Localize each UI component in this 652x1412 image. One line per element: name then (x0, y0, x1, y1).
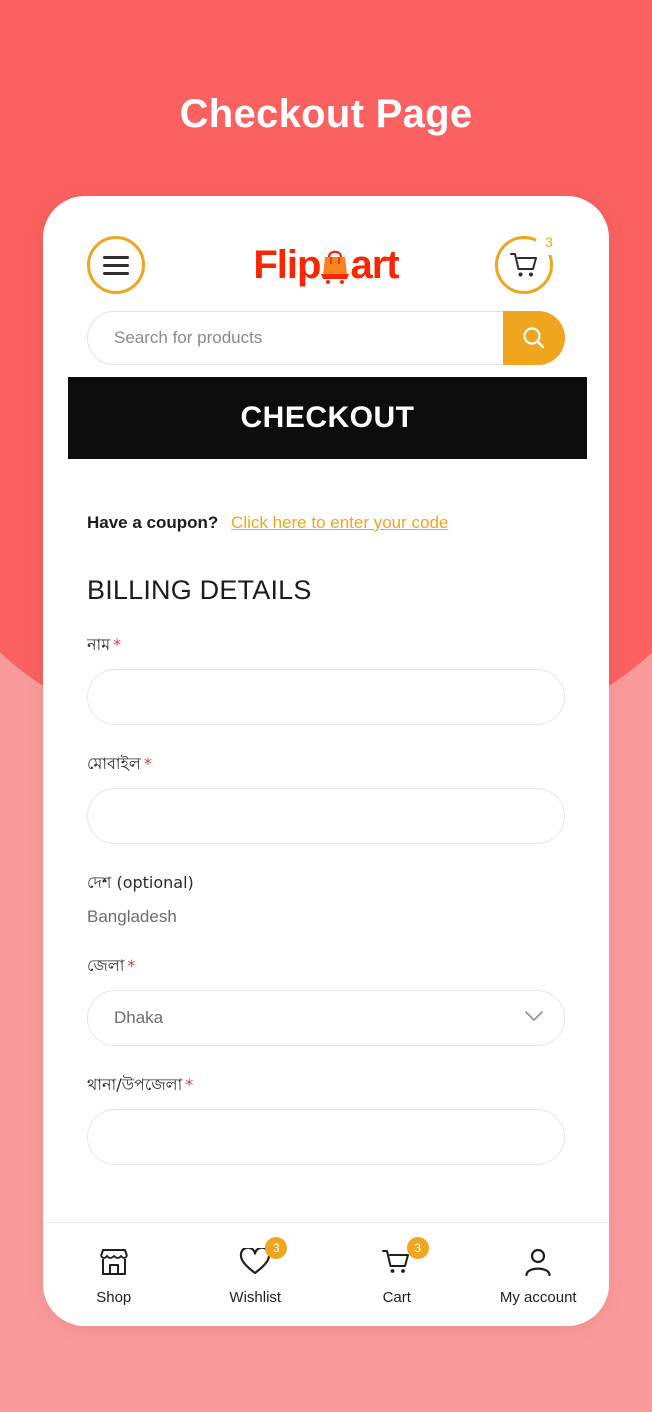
field-district: জেলা * Dhaka (87, 953, 565, 1046)
nav-label-shop: Shop (96, 1289, 132, 1306)
bottom-navigation: Shop 3 Wishlist 3 Cart My account (43, 1222, 609, 1326)
district-select[interactable]: Dhaka (87, 990, 565, 1046)
search-input[interactable] (87, 311, 565, 365)
phone-mockup-card: Flip art 3 Search for products CHECKOUT … (43, 196, 609, 1326)
coupon-link[interactable]: Click here to enter your code (231, 513, 448, 532)
country-value: Bangladesh (87, 907, 177, 926)
mobile-input[interactable] (87, 788, 565, 844)
thana-input[interactable] (87, 1109, 565, 1165)
field-mobile: মোবাইল * (87, 751, 565, 844)
cart-badge: 3 (406, 1237, 429, 1259)
shopping-cart-icon (510, 253, 537, 277)
nav-label-wishlist: Wishlist (229, 1289, 282, 1306)
user-icon (525, 1248, 551, 1277)
required-marker: * (143, 754, 152, 773)
page-title: Checkout Page (179, 92, 473, 136)
field-thana-label: থানা/উপজেলা * (87, 1075, 194, 1094)
header-cart-button[interactable]: 3 (495, 229, 562, 294)
nav-item-my-account[interactable]: My account (468, 1243, 610, 1306)
account-icon-wrap (523, 1243, 553, 1281)
name-input[interactable] (87, 669, 565, 725)
required-marker: * (127, 956, 136, 975)
shop-icon-wrap (97, 1243, 131, 1281)
logo-text-post: art (350, 243, 399, 287)
required-marker: * (113, 635, 122, 654)
billing-details-heading: BILLING DETAILS (87, 575, 312, 605)
app-header: Flip art 3 (43, 196, 609, 296)
checkout-form-area: Have a coupon? Click here to enter your … (43, 459, 609, 1222)
field-district-label: জেলা * (87, 956, 136, 975)
checkout-banner-label: CHECKOUT (240, 401, 415, 434)
search-bar (87, 311, 565, 365)
field-mobile-label: মোবাইল * (87, 754, 152, 773)
district-select-wrap: Dhaka (87, 990, 565, 1046)
checkout-banner: CHECKOUT (68, 377, 587, 459)
field-name: নাম * (87, 632, 565, 725)
nav-item-cart[interactable]: 3 Cart (326, 1237, 468, 1306)
header-cart-badge: 3 (536, 229, 562, 255)
district-select-value: Dhaka (114, 1008, 164, 1027)
search-button[interactable] (503, 311, 565, 365)
coupon-prompt: Have a coupon? (87, 513, 219, 532)
wishlist-badge: 3 (265, 1237, 288, 1259)
field-country-label: দেশ (optional) (87, 873, 194, 892)
shopping-bag-cart-icon (318, 242, 352, 284)
store-icon (99, 1249, 128, 1275)
nav-label-cart: Cart (382, 1289, 411, 1306)
nav-item-wishlist[interactable]: 3 Wishlist (185, 1237, 327, 1306)
wishlist-icon-wrap: 3 (239, 1237, 288, 1281)
coupon-row: Have a coupon? Click here to enter your … (87, 513, 565, 533)
required-marker: * (185, 1075, 194, 1094)
logo-text-pre: Flip (253, 243, 321, 287)
search-icon (523, 327, 545, 349)
field-country: দেশ (optional) Bangladesh (87, 870, 565, 927)
field-thana: থানা/উপজেলা * (87, 1072, 565, 1165)
field-name-label: নাম * (87, 635, 122, 654)
nav-item-shop[interactable]: Shop (43, 1243, 185, 1306)
nav-label-my-account: My account (499, 1289, 577, 1306)
cart-icon-wrap: 3 (381, 1237, 429, 1281)
